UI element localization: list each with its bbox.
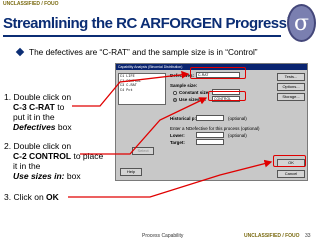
footer-classification: UNCLASSIFIED / FOUO — [244, 233, 300, 239]
callout-arrows — [68, 70, 273, 198]
page-number: 33 — [305, 233, 311, 239]
footer-title: Process Capability — [142, 233, 184, 239]
arrow-step-3 — [68, 159, 273, 198]
arrow-step-1 — [72, 70, 190, 107]
